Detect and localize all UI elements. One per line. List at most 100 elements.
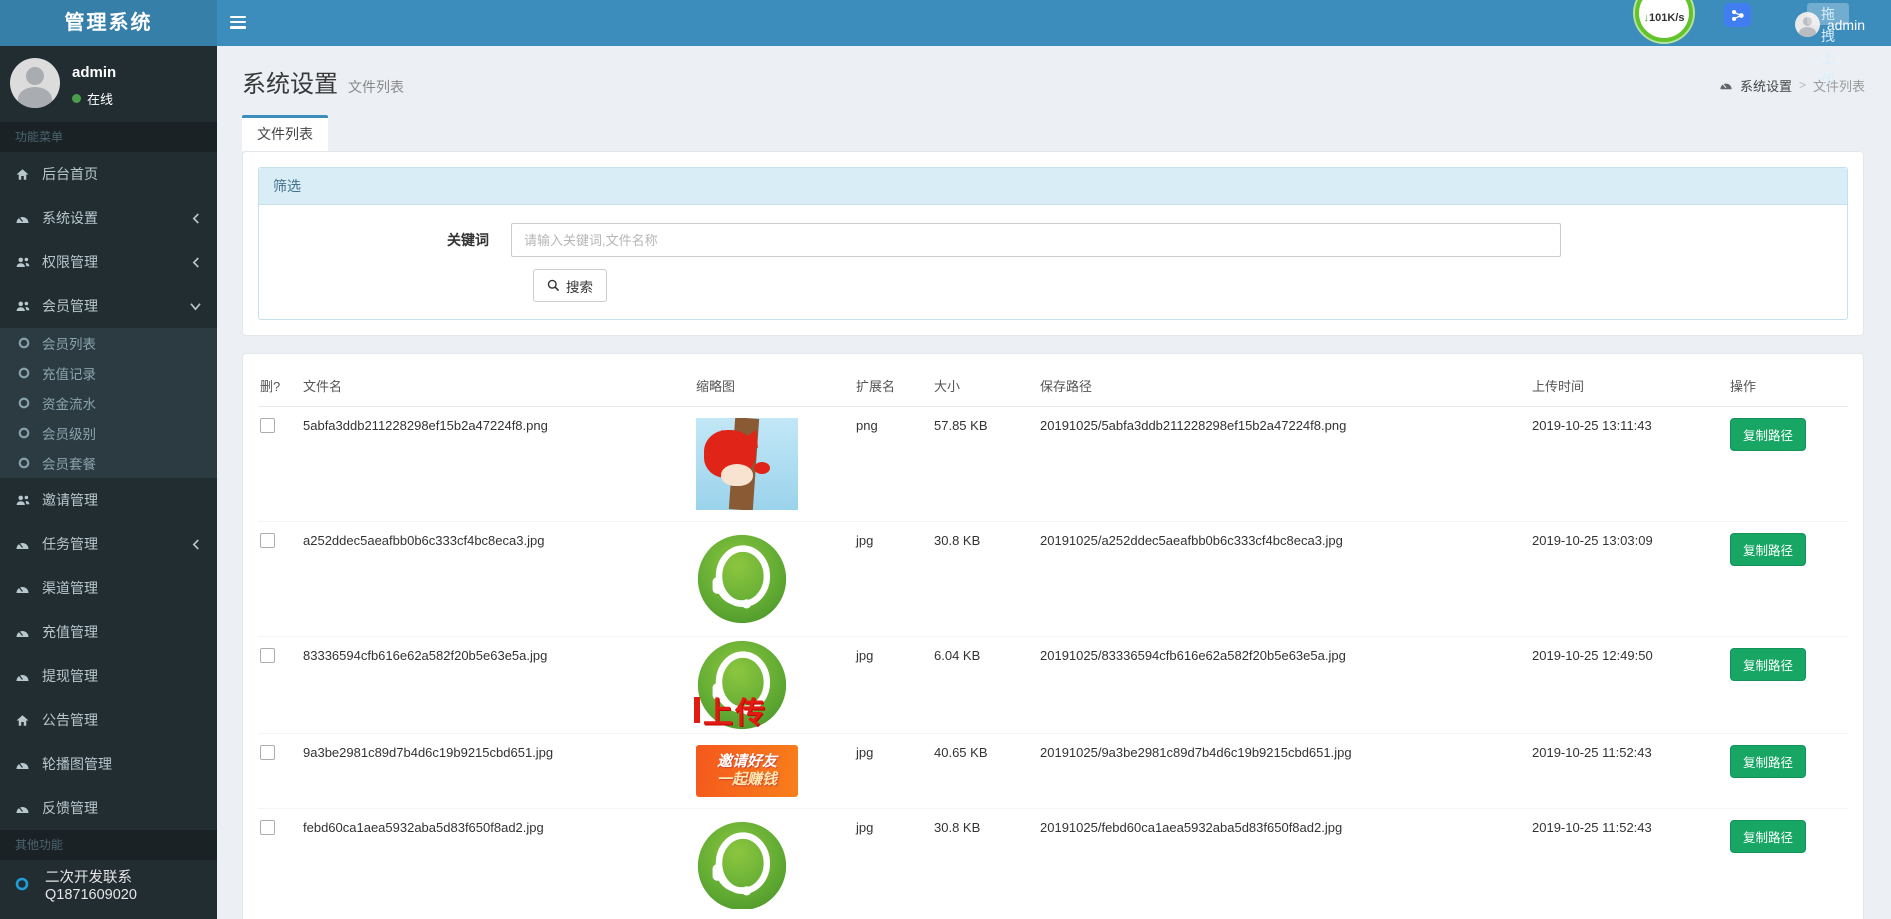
- sidebar-subitem-member-list[interactable]: 会员列表: [0, 328, 217, 358]
- col-actions: 操作: [1730, 379, 1757, 394]
- file-path: 20191025/83336594cfb616e62a582f20b5e63e5…: [1040, 648, 1346, 663]
- keyword-label: 关键词: [447, 232, 489, 248]
- file-size: 30.8 KB: [934, 820, 981, 835]
- table-header-row: 删? 文件名 缩略图 扩展名 大小 保存路径 上传时间 操作: [258, 367, 1848, 407]
- upload-time: 2019-10-25 11:52:43: [1532, 820, 1652, 835]
- copy-path-button[interactable]: 复制路径: [1730, 820, 1807, 853]
- row-checkbox[interactable]: [260, 820, 275, 835]
- row-checkbox[interactable]: [260, 648, 275, 663]
- top-navbar: 管理系统 ↓101K/s 拖拽上传 admin: [0, 0, 1891, 88]
- file-size: 57.85 KB: [934, 418, 988, 433]
- row-checkbox[interactable]: [260, 745, 275, 760]
- thumbnail-image[interactable]: 上传: [694, 640, 798, 730]
- col-delete: 删?: [260, 379, 281, 394]
- filter-panel: 筛选 关键词 搜索: [242, 151, 1864, 336]
- sidebar-item-channels[interactable]: 渠道管理: [0, 566, 217, 610]
- file-ext: jpg: [856, 820, 874, 835]
- sidebar-subitem-member-package[interactable]: 会员套餐: [0, 448, 217, 478]
- file-table: 删? 文件名 缩略图 扩展名 大小 保存路径 上传时间 操作 5abfa3ddb…: [258, 367, 1848, 909]
- upload-time: 2019-10-25 11:52:43: [1532, 745, 1652, 760]
- sidebar-subitem-member-level[interactable]: 会员级别: [0, 418, 217, 448]
- col-upload-time: 上传时间: [1532, 379, 1585, 394]
- sidebar-item-feedback[interactable]: 反馈管理: [0, 786, 217, 830]
- breadcrumb-separator: >: [1798, 78, 1806, 92]
- circle-icon: [18, 397, 42, 409]
- thumbnail-image[interactable]: [696, 418, 798, 510]
- copy-path-button[interactable]: 复制路径: [1730, 745, 1807, 778]
- sidebar-item-withdrawals[interactable]: 提现管理: [0, 654, 217, 698]
- gauge-icon: [15, 757, 42, 772]
- page-title: 系统设置: [242, 71, 338, 98]
- copy-path-button[interactable]: 复制路径: [1730, 418, 1807, 451]
- file-name: febd60ca1aea5932aba5d83f650f8ad2.jpg: [303, 820, 544, 835]
- thumbnail-overlay-text: 上传: [690, 688, 767, 732]
- copy-path-button[interactable]: 复制路径: [1730, 533, 1807, 566]
- col-extension: 扩展名: [856, 379, 896, 394]
- sidebar-item-permissions[interactable]: 权限管理: [0, 240, 217, 284]
- file-path: 20191025/a252ddec5aeafbb0b6c333cf4bc8eca…: [1040, 533, 1343, 548]
- col-thumbnail: 缩略图: [696, 379, 736, 394]
- keyword-input[interactable]: [511, 223, 1561, 257]
- circle-icon: [18, 337, 42, 349]
- gauge-icon: [15, 625, 42, 640]
- content-header: 系统设置 文件列表 系统设置 > 文件列表: [217, 46, 1891, 99]
- circle-icon: [18, 427, 42, 439]
- cloud-share-icon[interactable]: [1724, 3, 1751, 27]
- gauge-icon: [15, 537, 42, 552]
- sidebar-item-tasks[interactable]: 任务管理: [0, 522, 217, 566]
- chevron-left-icon: [192, 256, 201, 268]
- tab-bar: 文件列表: [217, 99, 1891, 151]
- page-subtitle: 文件列表: [348, 79, 404, 95]
- sidebar-item-dev-contact[interactable]: 二次开发联系Q1871609020: [0, 860, 217, 908]
- table-row: 5abfa3ddb211228298ef15b2a47224f8.png png…: [258, 407, 1848, 522]
- gauge-icon: [15, 211, 42, 226]
- network-speed-badge[interactable]: ↓101K/s: [1635, 0, 1693, 42]
- members-submenu: 会员列表 充值记录 资金流水 会员级别 会员套餐: [0, 328, 217, 478]
- upload-time: 2019-10-25 13:03:09: [1532, 533, 1653, 548]
- file-name: a252ddec5aeafbb0b6c333cf4bc8eca3.jpg: [303, 533, 545, 548]
- search-icon: [547, 279, 560, 292]
- sidebar-item-recharge[interactable]: 充值管理: [0, 610, 217, 654]
- sidebar-item-home[interactable]: 后台首页: [0, 152, 217, 196]
- online-status-icon: [72, 94, 81, 103]
- row-checkbox[interactable]: [260, 533, 275, 548]
- file-ext: png: [856, 418, 878, 433]
- sidebar-section-other: 其他功能: [0, 830, 217, 860]
- col-path: 保存路径: [1040, 379, 1093, 394]
- thumbnail-image[interactable]: [696, 533, 798, 625]
- thumbnail-image[interactable]: 邀请好友 一起赚钱: [696, 745, 798, 797]
- upload-time: 2019-10-25 12:49:50: [1532, 648, 1653, 663]
- sidebar-item-members[interactable]: 会员管理: [0, 284, 217, 328]
- app-brand[interactable]: 管理系统: [0, 0, 217, 46]
- thumbnail-image[interactable]: [696, 820, 798, 909]
- tab-file-list[interactable]: 文件列表: [242, 115, 328, 151]
- gauge-icon: [15, 801, 42, 816]
- sidebar-toggle-icon[interactable]: [230, 13, 252, 33]
- breadcrumb-root[interactable]: 系统设置: [1740, 76, 1792, 95]
- gauge-icon: [15, 669, 42, 684]
- sidebar-subitem-recharge-records[interactable]: 充值记录: [0, 358, 217, 388]
- drag-upload-button[interactable]: 拖拽上传: [1807, 3, 1849, 88]
- main-content: 系统设置 文件列表 系统设置 > 文件列表 文件列表 筛选 关键词 搜索: [217, 46, 1891, 919]
- sidebar-item-system-settings[interactable]: 系统设置: [0, 196, 217, 240]
- sidebar-subitem-fund-flow[interactable]: 资金流水: [0, 388, 217, 418]
- file-ext: jpg: [856, 533, 874, 548]
- sidebar-item-invites[interactable]: 邀请管理: [0, 478, 217, 522]
- search-button[interactable]: 搜索: [533, 269, 607, 302]
- sidebar-item-carousel[interactable]: 轮播图管理: [0, 742, 217, 786]
- file-ext: jpg: [856, 648, 874, 663]
- circle-icon: [18, 367, 42, 379]
- file-name: 5abfa3ddb211228298ef15b2a47224f8.png: [303, 418, 548, 433]
- file-size: 30.8 KB: [934, 533, 981, 548]
- users-icon: [15, 255, 42, 270]
- row-checkbox[interactable]: [260, 418, 275, 433]
- gauge-icon: [1719, 78, 1733, 92]
- chevron-left-icon: [192, 212, 201, 224]
- chevron-down-icon: [190, 302, 201, 311]
- users-icon: [15, 493, 42, 508]
- sidebar-item-announcements[interactable]: 公告管理: [0, 698, 217, 742]
- copy-path-button[interactable]: 复制路径: [1730, 648, 1807, 681]
- home-icon: [15, 713, 42, 728]
- speed-value: 101K/s: [1649, 12, 1685, 24]
- file-name: 83336594cfb616e62a582f20b5e63e5a.jpg: [303, 648, 548, 663]
